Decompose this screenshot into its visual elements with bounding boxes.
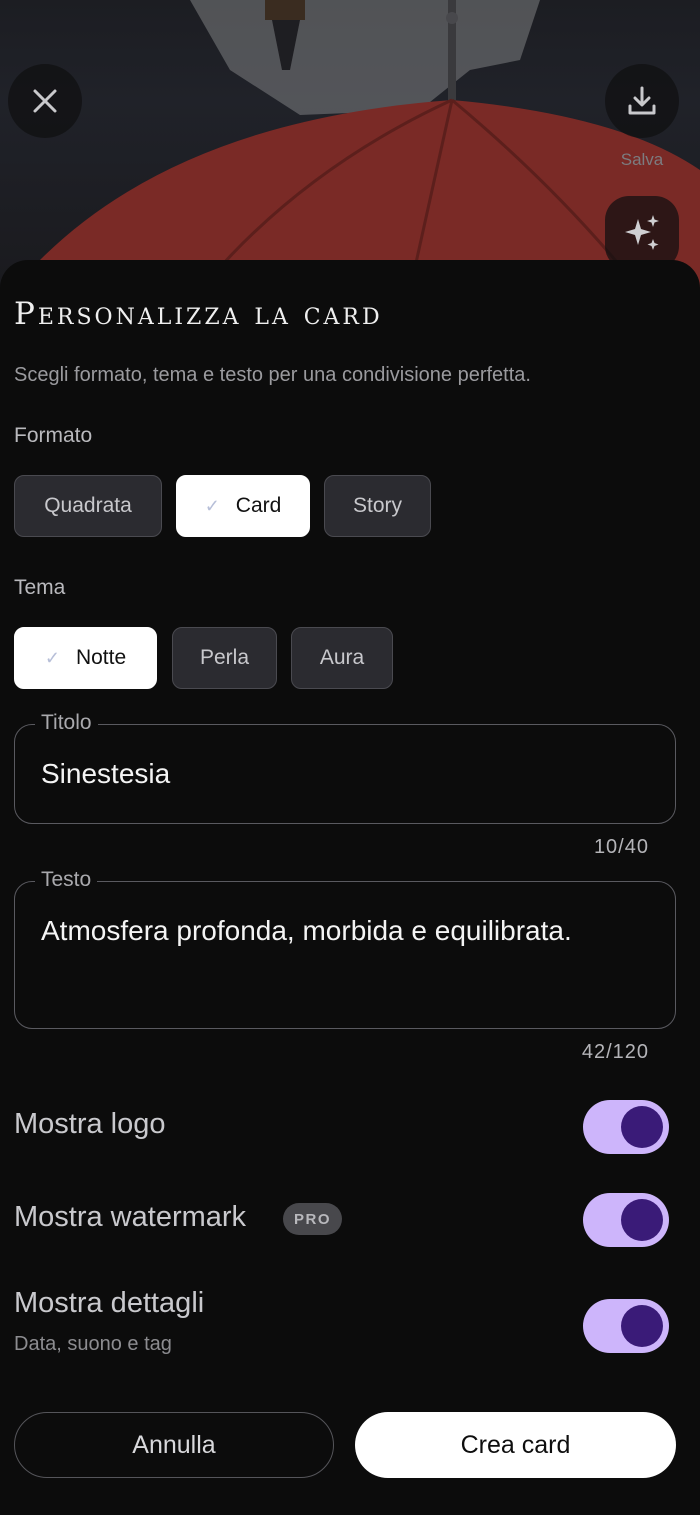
sheet-subtitle: Scegli formato, tema e testo per una con… [14, 364, 531, 386]
toggle-watermark[interactable] [583, 1193, 669, 1247]
pro-badge: PRO [283, 1203, 343, 1235]
title-input-value: Sinestesia [41, 758, 171, 789]
download-icon [628, 86, 656, 115]
title-counter: 10/40 [593, 836, 649, 858]
check-icon: ✓ [44, 647, 60, 668]
sheet-title: Personalizza la card [14, 296, 383, 332]
format-option-label: Story [352, 494, 402, 517]
create-card-button[interactable]: Crea card [355, 1412, 676, 1478]
toggle-details[interactable] [583, 1299, 669, 1353]
background-photo [0, 0, 700, 290]
title-input-legend: Titolo [35, 711, 98, 735]
format-option-quadrata[interactable]: Quadrata [14, 475, 162, 537]
format-option-label: Quadrata [44, 494, 132, 517]
theme-option-aura[interactable]: Aura [291, 627, 393, 689]
toggle-details-sublabel: Data, suono e tag [14, 1333, 172, 1355]
text-input[interactable]: Testo Atmosfera profonda, morbida e equi… [14, 868, 676, 1029]
toggle-knob [621, 1106, 663, 1148]
cancel-button[interactable]: Annulla [14, 1412, 334, 1478]
theme-label: Tema [14, 576, 66, 599]
format-label: Formato [14, 424, 93, 447]
toggle-knob [621, 1305, 663, 1347]
sparkles-icon [625, 215, 659, 250]
format-option-story[interactable]: Story [324, 475, 431, 537]
theme-option-label: Perla [199, 646, 250, 669]
format-option-label: Card [235, 494, 282, 517]
save-label: Salva [620, 150, 664, 169]
theme-option-notte[interactable]: ✓ Notte [14, 627, 157, 689]
text-input-value: Atmosfera profonda, morbida e equilibrat… [41, 915, 572, 946]
toggle-logo-label: Mostra logo [14, 1108, 166, 1140]
toggle-watermark-label: Mostra watermark [14, 1201, 247, 1233]
toggle-details-label: Mostra dettagli [14, 1287, 205, 1319]
title-input[interactable]: Titolo Sinestesia [14, 711, 676, 824]
close-button[interactable] [8, 64, 82, 138]
theme-option-label: Aura [319, 646, 365, 669]
format-option-card[interactable]: ✓ Card [176, 475, 310, 537]
check-icon: ✓ [204, 495, 220, 516]
magic-button[interactable] [605, 196, 679, 270]
text-counter: 42/120 [581, 1041, 649, 1063]
text-input-legend: Testo [35, 868, 98, 892]
save-button[interactable] [605, 64, 679, 138]
toggle-knob [621, 1199, 663, 1241]
toggle-logo[interactable] [583, 1100, 669, 1154]
theme-option-label: Notte [75, 646, 127, 669]
theme-option-perla[interactable]: Perla [172, 627, 277, 689]
close-icon [33, 89, 57, 113]
